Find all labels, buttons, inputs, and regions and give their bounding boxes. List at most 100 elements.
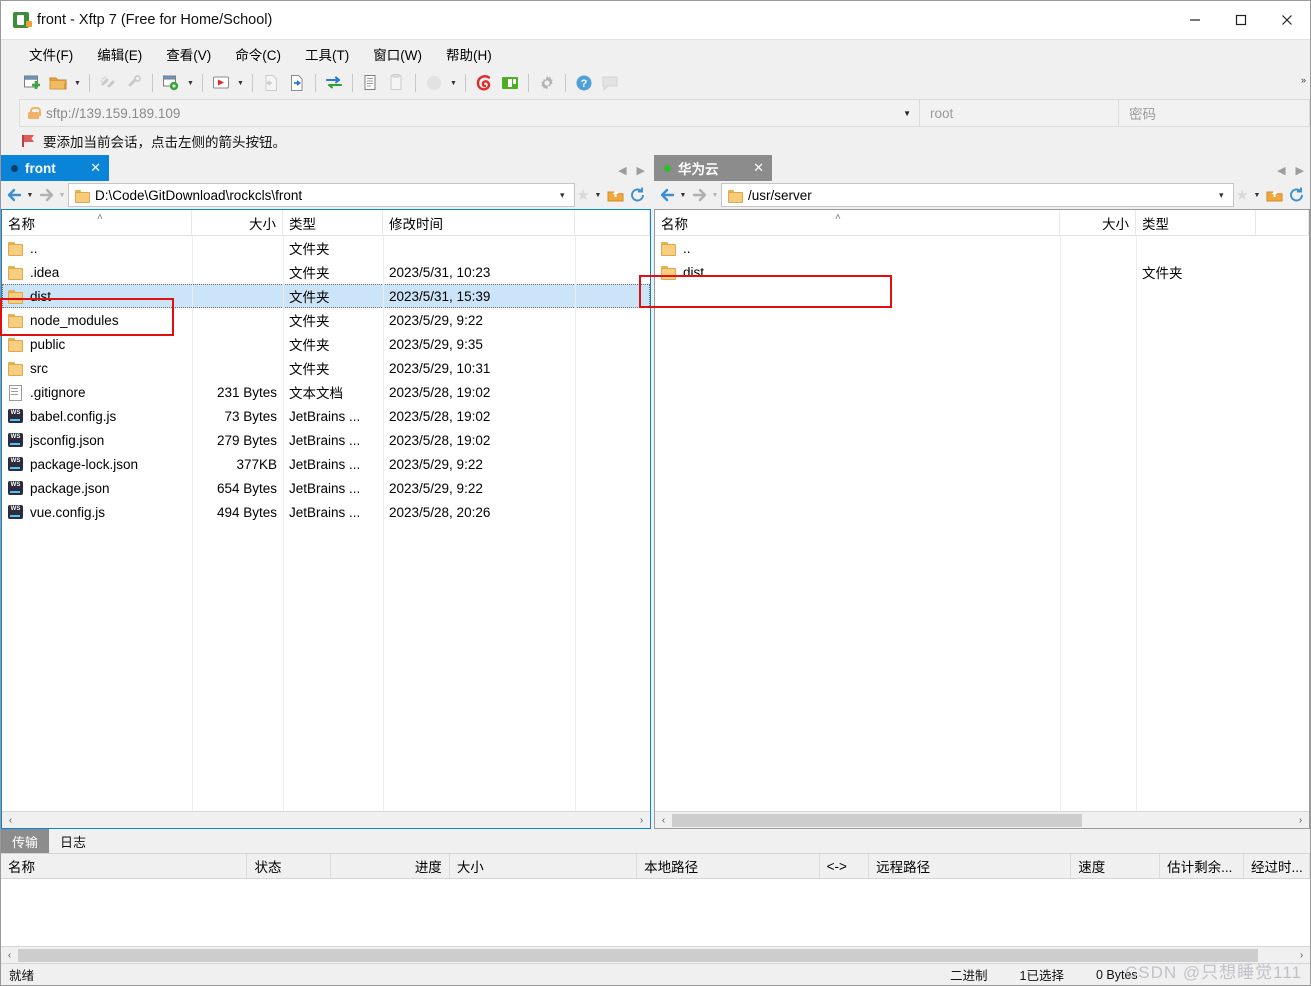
local-home-button[interactable] — [604, 184, 626, 206]
remote-tab-close-icon[interactable]: ✕ — [753, 160, 764, 176]
table-row[interactable]: vue.config.js 494 Bytes JetBrains ... 2023/… — [2, 500, 650, 524]
menu-window[interactable]: 窗口(W) — [363, 41, 432, 67]
remote-bookmark-star-icon[interactable]: ★ — [1234, 186, 1251, 204]
transfer-col-remaining[interactable]: 估计剩余... — [1160, 854, 1245, 878]
remote-forward-button[interactable] — [689, 184, 709, 206]
remote-hscrollbar[interactable]: ‹ › — [655, 811, 1309, 828]
remote-tab-prev-icon[interactable]: ◀ — [1277, 164, 1285, 177]
copy-icon[interactable] — [358, 70, 384, 96]
local-back-button[interactable] — [4, 184, 24, 206]
local-back-dropdown-icon[interactable]: ▼ — [24, 184, 36, 206]
local-refresh-button[interactable] — [626, 184, 648, 206]
minimize-button[interactable] — [1172, 1, 1218, 39]
transfer-hscroll-left-icon[interactable]: ‹ — [1, 950, 18, 961]
remote-tab-huaweicloud[interactable]: 华为云 ✕ — [654, 155, 772, 181]
remote-file-list[interactable]: 名称 ˄ 大小 类型 .. dist 文件夹 ‹ › — [654, 209, 1310, 829]
help-icon[interactable]: ? — [571, 70, 597, 96]
menu-view[interactable]: 查看(V) — [156, 41, 221, 67]
local-hscroll-right-icon[interactable]: › — [633, 815, 650, 826]
menu-file[interactable]: 文件(F) — [19, 41, 83, 67]
remote-col-size[interactable]: 大小 — [1060, 210, 1136, 235]
transfer-hscrollbar[interactable]: ‹ › — [1, 946, 1310, 963]
remote-home-button[interactable] — [1263, 184, 1285, 206]
remote-forward-dropdown-icon[interactable]: ▼ — [709, 184, 721, 206]
maximize-button[interactable] — [1218, 1, 1264, 39]
sync-transfer-icon[interactable] — [321, 70, 347, 96]
local-tab-prev-icon[interactable]: ◀ — [618, 164, 626, 177]
xftp-icon[interactable] — [497, 70, 523, 96]
transfer-hscroll-track[interactable] — [18, 947, 1293, 963]
table-row[interactable]: .. — [655, 236, 1309, 260]
tab-transfer[interactable]: 传输 — [1, 829, 50, 853]
local-hscroll-track[interactable] — [19, 812, 633, 828]
local-tab-front[interactable]: front ✕ — [1, 155, 109, 181]
remote-hscroll-thumb[interactable] — [672, 813, 1082, 827]
close-button[interactable] — [1264, 1, 1310, 39]
remote-back-button[interactable] — [657, 184, 677, 206]
local-hscrollbar[interactable]: ‹ › — [2, 811, 650, 828]
table-row[interactable]: babel.config.js 73 Bytes JetBrains ... 2023… — [2, 404, 650, 428]
toolbar-overflow-icon[interactable]: » — [1301, 75, 1306, 85]
local-forward-button[interactable] — [36, 184, 56, 206]
table-row[interactable]: dist 文件夹 — [655, 260, 1309, 284]
local-col-name[interactable]: 名称 ˄ — [2, 210, 192, 235]
remote-path-dropdown-icon[interactable]: ▾ — [1214, 190, 1229, 201]
local-path-field[interactable]: D:\Code\GitDownload\rockcls\front ▾ — [68, 183, 575, 207]
open-folder-dropdown-icon[interactable]: ▼ — [71, 70, 84, 96]
local-col-size[interactable]: 大小 — [192, 210, 283, 235]
xshell-icon[interactable] — [471, 70, 497, 96]
remote-hscroll-right-icon[interactable]: › — [1292, 815, 1309, 826]
table-row[interactable]: .. 文件夹 — [2, 236, 650, 260]
options-gear-icon[interactable] — [534, 70, 560, 96]
remote-hscroll-left-icon[interactable]: ‹ — [655, 815, 672, 826]
table-row[interactable]: node_modules 文件夹 2023/5/29, 9:22 — [2, 308, 650, 332]
open-folder-icon[interactable] — [45, 70, 71, 96]
run-dropdown-icon[interactable]: ▼ — [234, 70, 247, 96]
remote-tab-next-icon[interactable]: ▶ — [1296, 164, 1304, 177]
local-bookmark-star-icon[interactable]: ★ — [575, 186, 592, 204]
transfer-list-body[interactable] — [1, 879, 1310, 946]
transfer-col-size[interactable]: 大小 — [450, 854, 638, 878]
local-file-list[interactable]: 名称 ˄ 大小 类型 修改时间 .. 文件夹 .idea 文件夹 2023/5/31, … — [1, 209, 651, 829]
table-row[interactable]: .gitignore 231 Bytes 文本文档 2023/5/28, 19:02 — [2, 380, 650, 404]
transfer-col-progress[interactable]: 进度 — [331, 854, 450, 878]
transfer-col-direction[interactable]: <-> — [820, 854, 870, 878]
table-row[interactable]: dist 文件夹 2023/5/31, 15:39 — [2, 284, 650, 308]
tab-log[interactable]: 日志 — [49, 829, 97, 853]
table-row[interactable]: .idea 文件夹 2023/5/31, 10:23 — [2, 260, 650, 284]
transfer-col-name[interactable]: 名称 — [1, 854, 248, 878]
local-forward-dropdown-icon[interactable]: ▼ — [56, 184, 68, 206]
local-bookmark-dropdown-icon[interactable]: ▼ — [592, 184, 604, 206]
transfer-col-local-path[interactable]: 本地路径 — [637, 854, 820, 878]
remote-col-type[interactable]: 类型 — [1136, 210, 1256, 235]
session-settings-icon[interactable] — [158, 70, 184, 96]
table-row[interactable]: package.json 654 Bytes JetBrains ... 2023/5… — [2, 476, 650, 500]
table-row[interactable]: public 文件夹 2023/5/29, 9:35 — [2, 332, 650, 356]
table-row[interactable]: jsconfig.json 279 Bytes JetBrains ... 2023/… — [2, 428, 650, 452]
transfer-col-elapsed[interactable]: 经过时... — [1244, 854, 1310, 878]
local-tab-next-icon[interactable]: ▶ — [637, 164, 645, 177]
session-settings-dropdown-icon[interactable]: ▼ — [184, 70, 197, 96]
local-col-type[interactable]: 类型 — [283, 210, 383, 235]
remote-bookmark-dropdown-icon[interactable]: ▼ — [1251, 184, 1263, 206]
menu-tools[interactable]: 工具(T) — [295, 41, 359, 67]
transfer-right-icon[interactable] — [284, 70, 310, 96]
transfer-col-remote-path[interactable]: 远程路径 — [869, 854, 1072, 878]
session-url-field[interactable]: sftp://139.159.189.109 ▼ — [19, 99, 920, 127]
password-field[interactable]: 密码 — [1119, 99, 1310, 127]
local-col-modified[interactable]: 修改时间 — [383, 210, 575, 235]
transfer-col-status[interactable]: 状态 — [247, 854, 332, 878]
run-icon[interactable] — [208, 70, 234, 96]
transfer-col-speed[interactable]: 速度 — [1071, 854, 1161, 878]
remote-refresh-button[interactable] — [1285, 184, 1307, 206]
table-row[interactable]: src 文件夹 2023/5/29, 10:31 — [2, 356, 650, 380]
transfer-hscroll-thumb[interactable] — [18, 948, 1258, 962]
chevron-down-icon[interactable]: ▼ — [903, 100, 911, 126]
disk-dropdown-icon[interactable]: ▼ — [447, 70, 460, 96]
menu-command[interactable]: 命令(C) — [225, 41, 291, 67]
new-session-icon[interactable] — [19, 70, 45, 96]
menu-help[interactable]: 帮助(H) — [436, 41, 502, 67]
remote-col-extra[interactable] — [1256, 210, 1309, 235]
local-path-dropdown-icon[interactable]: ▾ — [555, 190, 570, 201]
menu-edit[interactable]: 编辑(E) — [87, 41, 152, 67]
